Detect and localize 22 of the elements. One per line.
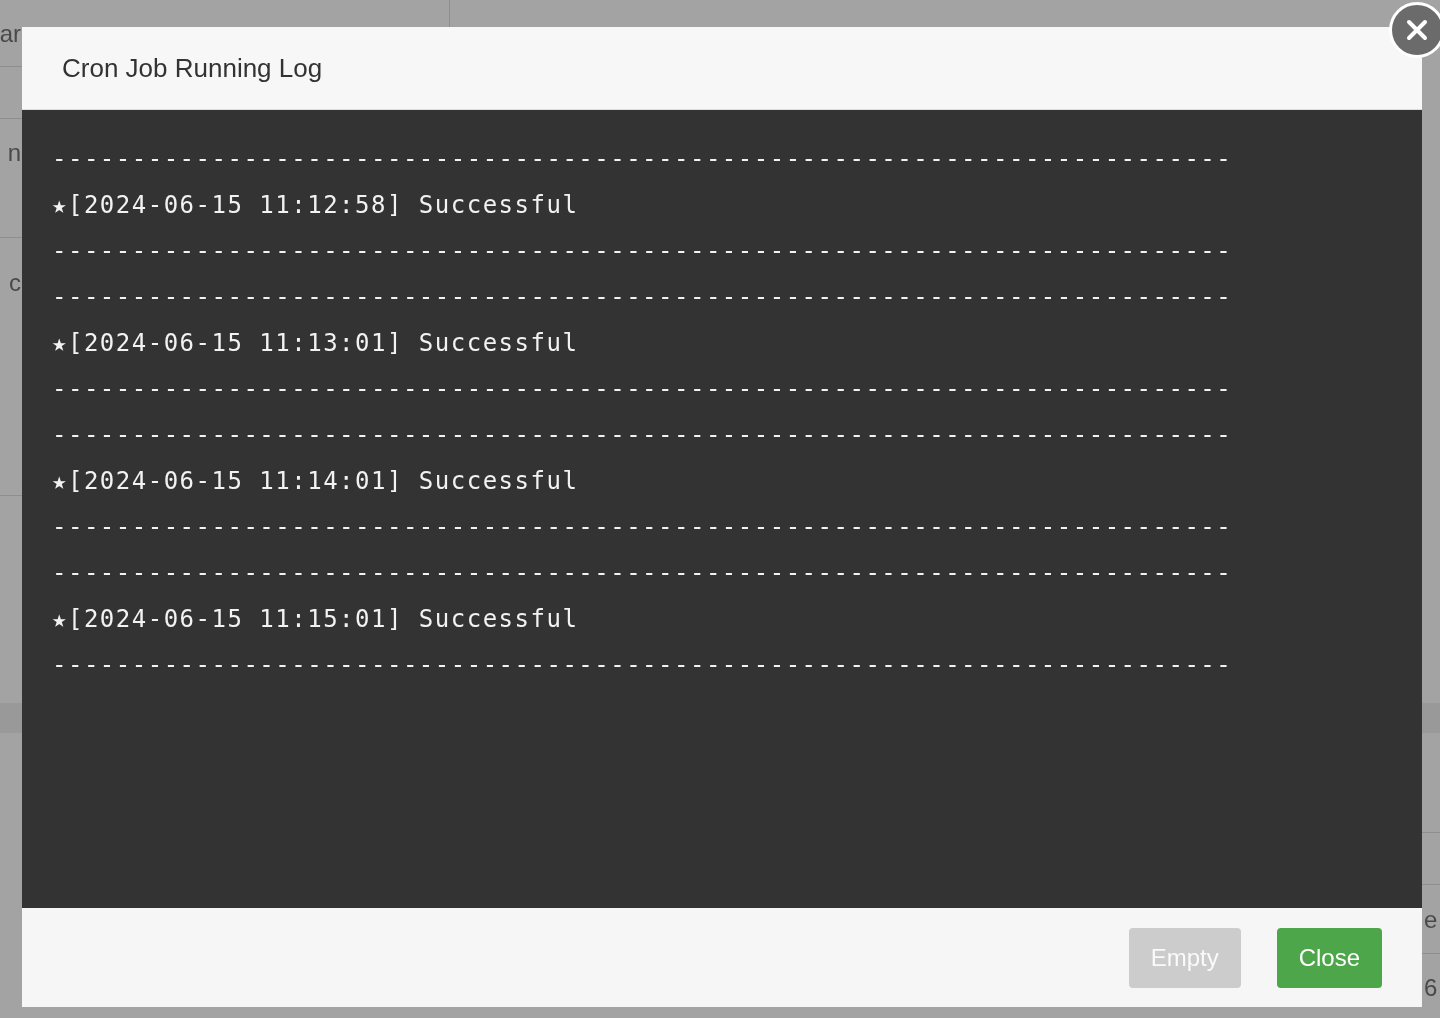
log-line: --------------------------------------------------------------------------	[52, 512, 1233, 543]
close-icon[interactable]	[1389, 2, 1440, 58]
log-line: --------------------------------------------------------------------------	[52, 420, 1233, 451]
background-text: 6	[1424, 976, 1438, 1000]
log-line: --------------------------------------------------------------------------	[52, 144, 1233, 175]
log-line: --------------------------------------------------------------------------	[52, 282, 1233, 313]
background-text: c	[9, 271, 21, 295]
log-line: ★[2024-06-15 11:14:01] Successful	[52, 466, 579, 497]
log-line: --------------------------------------------------------------------------	[52, 650, 1233, 681]
background-row	[0, 703, 22, 733]
background-text: e	[1424, 908, 1438, 932]
background-text: n	[7, 141, 21, 165]
background-row	[1422, 703, 1440, 733]
log-line: --------------------------------------------------------------------------	[52, 236, 1233, 267]
background-text: ar	[0, 22, 21, 46]
close-button[interactable]: Close	[1276, 927, 1382, 988]
log-line: ★[2024-06-15 11:12:58] Successful	[52, 190, 579, 221]
log-line: --------------------------------------------------------------------------	[52, 374, 1233, 405]
modal-title: Cron Job Running Log	[62, 51, 323, 85]
log-line: --------------------------------------------------------------------------	[52, 558, 1233, 589]
log-line: ★[2024-06-15 11:13:01] Successful	[52, 328, 579, 359]
log-line: ★[2024-06-15 11:15:01] Successful	[52, 604, 579, 635]
